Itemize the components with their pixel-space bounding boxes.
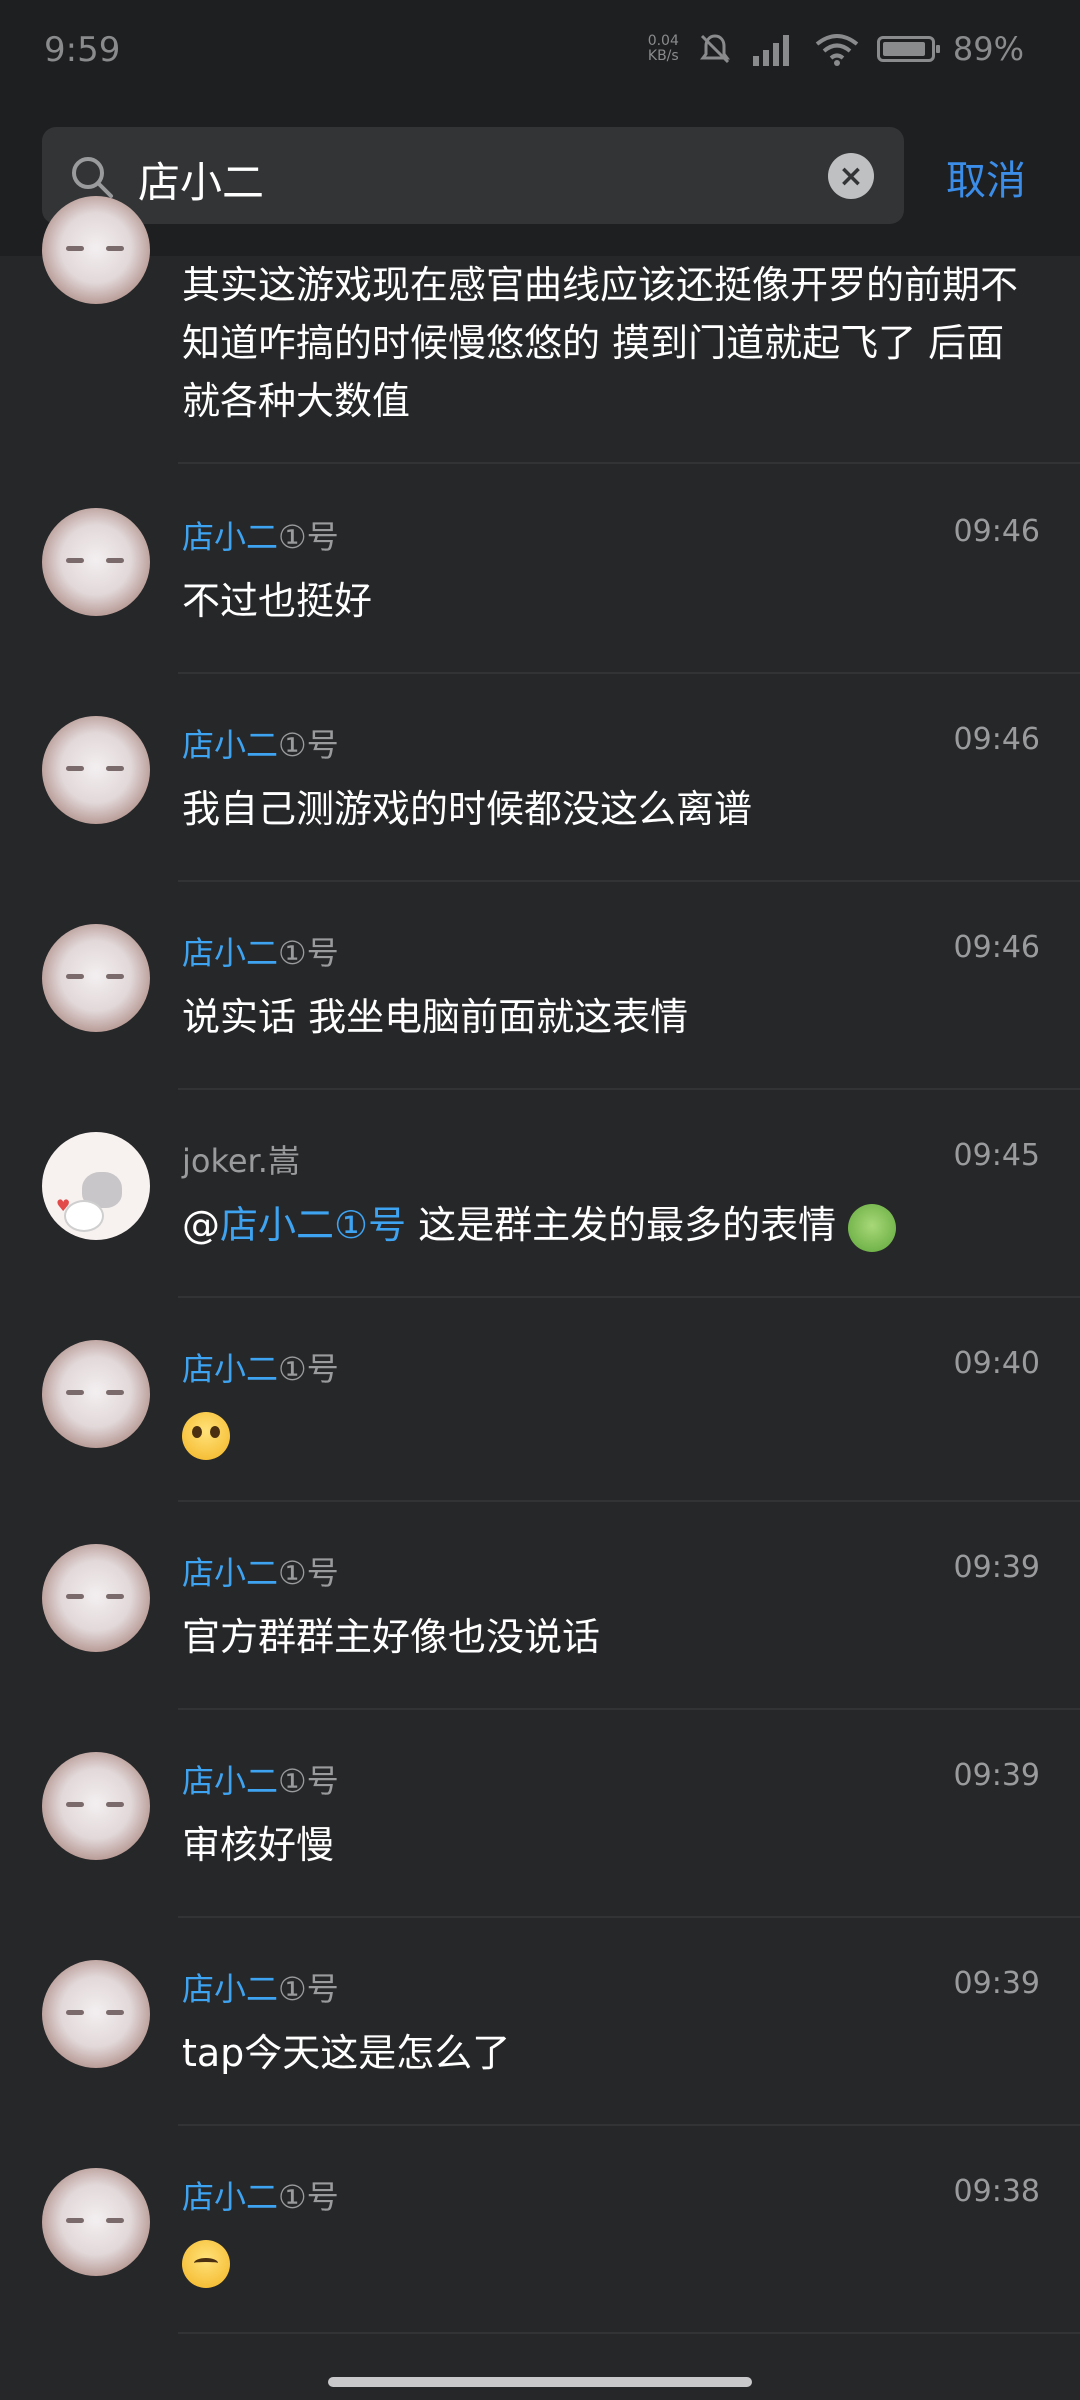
message-text: 官方群群主好像也没说话 [182,1615,601,1659]
heart-icon: ♥ [56,1196,71,1215]
message-time: 09:46 [953,930,1040,965]
avatar[interactable]: ♥ [42,1132,150,1240]
signal-icon [752,35,789,66]
avatar[interactable] [42,196,150,304]
clear-search-button[interactable]: × [828,153,874,199]
avatar[interactable] [42,1544,150,1652]
message-time: 09:39 [953,1966,1040,2001]
list-item[interactable]: 其实这游戏现在感官曲线应该还挺像开罗的前期不知道咋搞的时候慢悠悠的 摸到门道就起… [0,196,1080,466]
avatar[interactable] [42,2168,150,2276]
cancel-button[interactable]: 取消 [946,148,1026,206]
message-text: 不过也挺好 [182,579,373,623]
home-indicator[interactable] [328,2377,752,2387]
divider [178,462,1080,464]
battery-level: 89% [952,30,1024,68]
status-time: 9:59 [44,30,121,70]
message-time: 09:40 [953,1346,1040,1381]
search-icon [72,157,113,198]
message-text: 审核好慢 [182,1823,335,1867]
avatar[interactable] [42,1340,150,1448]
sender-name: 店小二①号 [182,1350,339,1388]
status-bar: 9:59 0.04 KB/s 89% [0,0,1080,110]
mention[interactable]: 店小二①号 [220,1203,406,1247]
bell-muted-icon [699,34,730,64]
avatar[interactable] [42,508,150,616]
search-query[interactable]: 店小二 [138,149,264,210]
avatar[interactable] [42,1960,150,2068]
message-time: 09:38 [953,2174,1040,2209]
sender-name: 店小二①号 [182,726,339,764]
battery-icon [876,36,940,62]
status-icons: 0.04 KB/s 89% [648,30,1024,68]
message-text: tap今天这是怎么了 [182,2031,511,2075]
list-item[interactable]: 店小二①号 09:38 [0,2126,1080,2334]
wifi-icon [815,34,859,66]
message-text: @店小二①号 这是群主发的最多的表情 [182,1196,1042,1254]
list-item[interactable]: 店小二①号 09:39 tap今天这是怎么了 [0,1918,1080,2126]
sender-name: 店小二①号 [182,1554,339,1592]
frog-emoji-icon [848,1203,897,1252]
list-item[interactable]: 店小二①号 09:39 审核好慢 [0,1710,1080,1918]
net-speed: 0.04 KB/s [647,33,679,64]
message-text: 说实话 我坐电脑前面就这表情 [182,995,689,1039]
sad-face-icon [182,2239,230,2288]
avatar-caption [58,1146,134,1162]
sender-name: 店小二①号 [182,1970,339,2008]
sender-name: 店小二①号 [182,934,339,972]
list-item[interactable]: 店小二①号 09:46 不过也挺好 [0,466,1080,674]
message-time: 09:39 [953,1550,1040,1585]
sender-name: 店小二①号 [182,2178,339,2216]
list-item[interactable]: 店小二①号 09:39 官方群群主好像也没说话 [0,1502,1080,1710]
message-text [182,2232,1042,2290]
avatar[interactable] [42,1752,150,1860]
message-text: 其实这游戏现在感官曲线应该还挺像开罗的前期不知道咋搞的时候慢悠悠的 摸到门道就起… [182,263,1019,423]
shocked-face-icon [182,1411,230,1460]
list-item[interactable]: 店小二①号 09:46 说实话 我坐电脑前面就这表情 [0,882,1080,1090]
search-header: 店小二 × 取消 [0,110,1080,256]
message-text [182,1404,1042,1462]
divider [178,2332,1080,2334]
list-item[interactable]: 店小二①号 09:40 [0,1298,1080,1502]
close-icon: × [838,158,864,194]
message-time: 09:46 [953,722,1040,757]
list-item[interactable]: ♥ joker.嵩 09:45 @店小二①号 这是群主发的最多的表情 [0,1090,1080,1298]
sender-name: 店小二①号 [182,1762,339,1800]
search-input[interactable]: 店小二 × [42,127,904,224]
list-item[interactable]: 店小二①号 09:46 我自己测游戏的时候都没这么离谱 [0,674,1080,882]
sender-name: joker.嵩 [182,1142,300,1180]
message-time: 09:45 [953,1138,1040,1173]
message-time: 09:46 [953,514,1040,549]
sender-name: 店小二①号 [182,518,339,556]
avatar[interactable] [42,924,150,1032]
avatar[interactable] [42,716,150,824]
message-text: 我自己测游戏的时候都没这么离谱 [182,787,753,831]
message-time: 09:39 [953,1758,1040,1793]
